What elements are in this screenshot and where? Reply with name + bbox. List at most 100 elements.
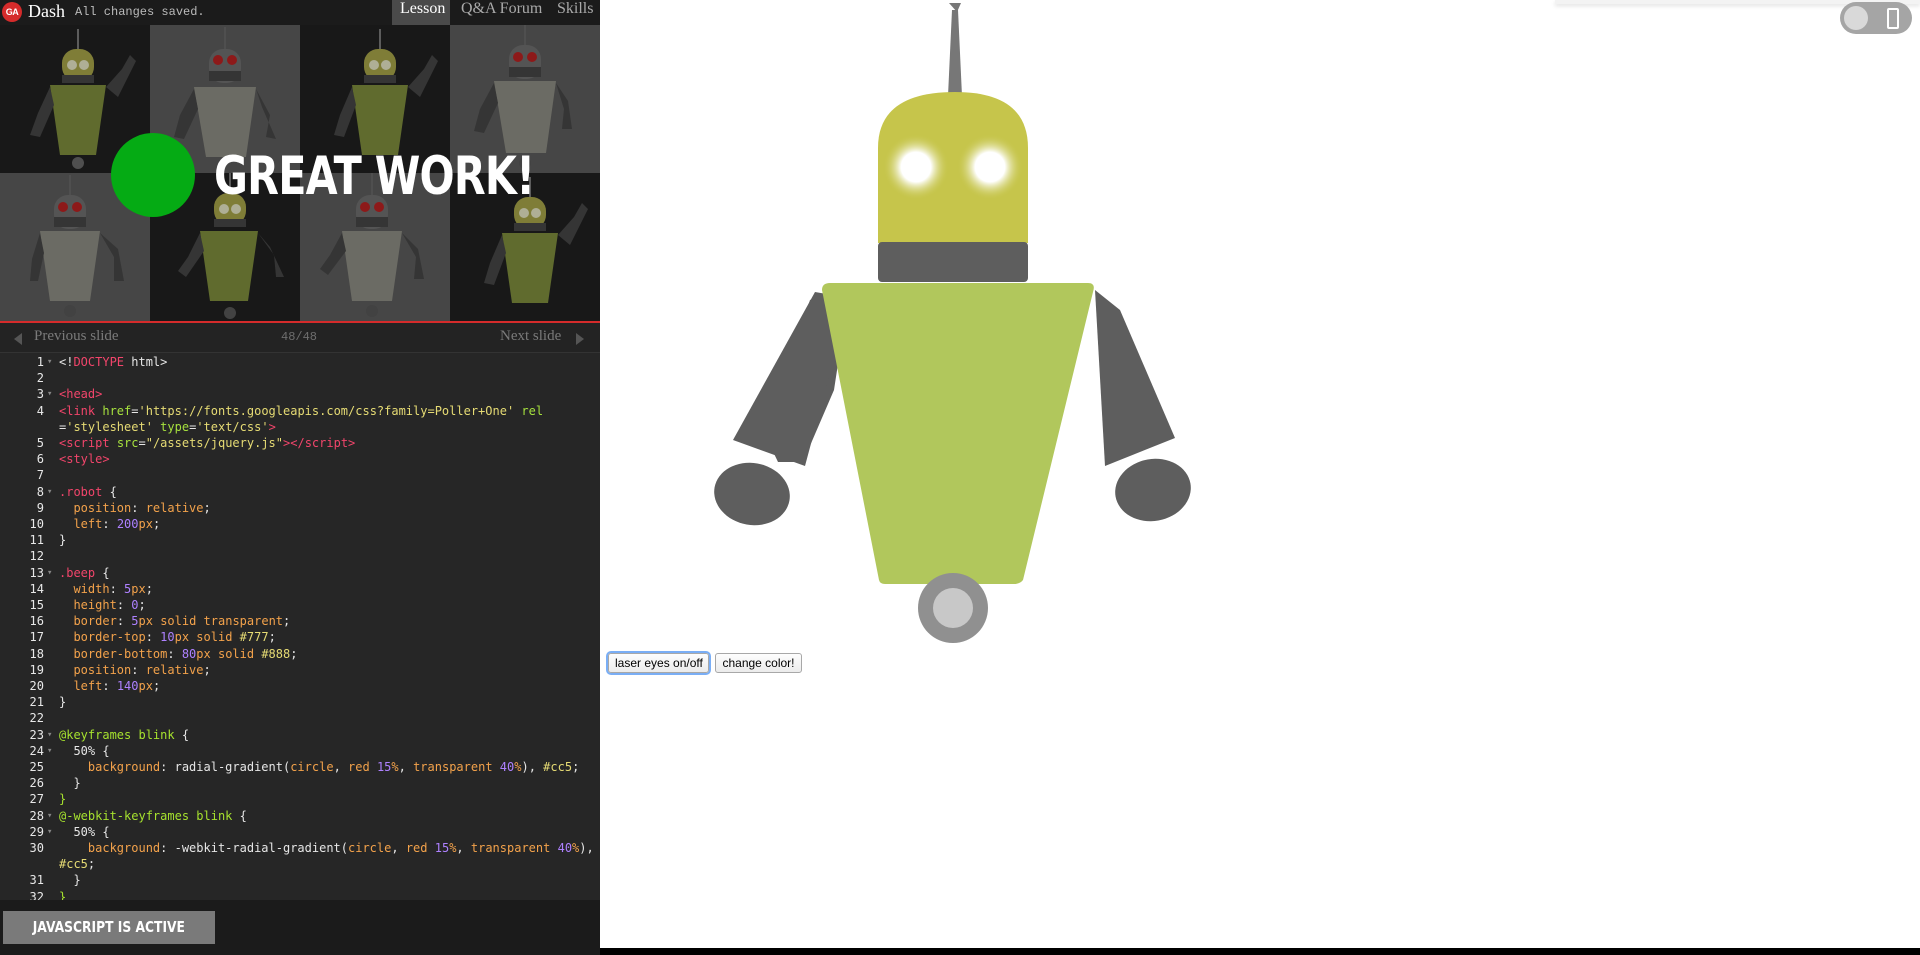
code-text: border-top: 10px solid #777; — [73, 630, 276, 645]
line-number: 27 — [29, 792, 44, 807]
code-line[interactable]: 11} — [0, 532, 600, 548]
line-number: 14 — [29, 581, 44, 596]
laser-eyes-toggle-button[interactable]: laser eyes on/off — [608, 653, 709, 673]
app-name[interactable]: Dash — [28, 1, 65, 22]
fold-arrow-icon[interactable]: ▾ — [47, 354, 52, 370]
code-line[interactable]: 28 ▾ @-webkit-keyframes blink { — [0, 808, 600, 824]
code-line[interactable]: 22 — [0, 710, 600, 726]
code-line[interactable]: 25 background: radial-gradient(circle, r… — [0, 759, 600, 775]
code-text: } — [59, 889, 67, 900]
top-bar: GA Dash All changes saved. Lesson Q&A Fo… — [0, 0, 600, 25]
line-number: 25 — [29, 760, 44, 774]
robot-wheel-hub — [933, 588, 973, 628]
code-line[interactable]: 29 ▾ 50% { — [0, 824, 600, 840]
tab-skills[interactable]: Skills — [549, 0, 601, 25]
javascript-active-label: JAVASCRIPT IS ACTIVE — [32, 918, 186, 936]
line-number: 29 — [29, 824, 44, 839]
code-text: } — [59, 792, 67, 807]
tab-lesson[interactable]: Lesson — [392, 0, 450, 25]
tab-qa-forum[interactable]: Q&A Forum — [453, 0, 550, 25]
robot-antenna — [948, 3, 962, 96]
device-toggle[interactable] — [1840, 2, 1912, 34]
code-line[interactable]: 14 width: 5px; — [0, 581, 600, 597]
chevron-right-icon[interactable] — [576, 333, 584, 345]
line-number: 10 — [29, 517, 44, 531]
code-line[interactable]: 2 — [0, 370, 600, 386]
ga-logo-icon[interactable]: GA — [2, 2, 22, 22]
line-number: 2 — [36, 371, 44, 386]
fold-arrow-icon[interactable]: ▾ — [47, 727, 52, 743]
phone-icon — [1887, 8, 1899, 29]
line-number: 18 — [29, 646, 44, 661]
js-status-bar: JAVASCRIPT IS ACTIVE — [0, 900, 600, 955]
fold-arrow-icon[interactable]: ▾ — [47, 808, 52, 824]
next-slide-link[interactable]: Next slide — [500, 328, 561, 345]
line-number: 24 — [29, 743, 44, 758]
code-text: background: -webkit-radial-gradient(circ… — [87, 841, 594, 855]
fold-arrow-icon[interactable]: ▾ — [47, 386, 52, 402]
code-line[interactable]: 30 background: -webkit-radial-gradient(c… — [0, 840, 600, 856]
fold-arrow-icon[interactable]: ▾ — [47, 743, 52, 759]
line-number: 32 — [29, 889, 44, 900]
javascript-active-badge[interactable]: JAVASCRIPT IS ACTIVE — [3, 911, 215, 944]
code-line[interactable]: 18 border-bottom: 80px solid #888; — [0, 646, 600, 662]
code-text: } — [59, 533, 67, 548]
change-color-button[interactable]: change color! — [715, 653, 802, 673]
code-line[interactable]: 10 left: 200px; — [0, 516, 600, 532]
code-line[interactable]: 19 position: relative; — [0, 662, 600, 678]
code-text: position: relative; — [73, 500, 211, 515]
code-text: border-bottom: 80px solid #888; — [73, 646, 298, 661]
code-editor[interactable]: 1 ▾ <!DOCTYPE html> 2 3 ▾ <head> 4 <link href='h… — [0, 354, 600, 900]
code-line[interactable]: 4 <link href='https://fonts.googleapis.co… — [0, 403, 600, 419]
fold-arrow-icon[interactable]: ▾ — [47, 484, 52, 500]
code-line[interactable]: 16 border: 5px solid transparent; — [0, 613, 600, 629]
line-number: 4 — [36, 403, 44, 418]
code-text: .robot { — [59, 484, 117, 499]
line-number: 30 — [29, 841, 44, 855]
code-text: left: 200px; — [73, 517, 161, 531]
code-line[interactable]: 27} — [0, 791, 600, 807]
previous-slide-link[interactable]: Previous slide — [34, 328, 119, 345]
code-line[interactable]: 9 position: relative; — [0, 500, 600, 516]
fold-arrow-icon[interactable]: ▾ — [47, 565, 52, 581]
code-text: ='stylesheet' type='text/css'> — [59, 419, 276, 434]
lesson-slide: GREAT WORK! — [0, 25, 600, 323]
code-text: } — [59, 695, 67, 710]
code-line[interactable]: 20 left: 140px; — [0, 678, 600, 694]
line-number: 19 — [29, 662, 44, 677]
code-line[interactable]: 31 } — [0, 872, 600, 888]
code-text: <link href='https://fonts.googleapis.com… — [59, 403, 544, 418]
code-line[interactable]: 13 ▾ .beep { — [0, 565, 600, 581]
line-number: 28 — [29, 808, 44, 823]
code-line[interactable]: 8 ▾ .robot { — [0, 484, 600, 500]
code-line[interactable]: 32} — [0, 889, 600, 900]
code-line[interactable]: 24 ▾ 50% { — [0, 743, 600, 759]
code-line[interactable]: 26 } — [0, 775, 600, 791]
code-line[interactable]: 3 ▾ <head> — [0, 386, 600, 402]
fold-arrow-icon[interactable]: ▾ — [47, 824, 52, 840]
code-line[interactable]: 5 <script src="/assets/jquery.js"></scrip… — [0, 435, 600, 451]
code-line[interactable]: #cc5; — [0, 856, 600, 872]
code-line[interactable]: 7 — [0, 467, 600, 483]
chevron-left-icon[interactable] — [14, 333, 22, 345]
code-text: #cc5; — [59, 857, 96, 872]
line-number: 20 — [29, 679, 44, 693]
preview-bottom-border — [600, 948, 1920, 955]
robot-left-eye — [883, 134, 949, 200]
code-line[interactable]: 12 — [0, 548, 600, 564]
code-text: width: 5px; — [73, 581, 153, 596]
code-line[interactable]: 23 ▾ @keyframes blink { — [0, 727, 600, 743]
line-number: 11 — [29, 533, 44, 548]
line-number: 17 — [29, 630, 44, 645]
line-number: 12 — [29, 549, 44, 564]
code-line[interactable]: 1 ▾ <!DOCTYPE html> — [0, 354, 600, 370]
line-number: 5 — [36, 436, 44, 450]
toggle-knob[interactable] — [1844, 6, 1868, 30]
code-text: <script src="/assets/jquery.js"></script… — [59, 436, 356, 450]
code-line[interactable]: ='stylesheet' type='text/css'> — [0, 419, 600, 435]
code-line[interactable]: 6 <style> — [0, 451, 600, 467]
code-line[interactable]: 17 border-top: 10px solid #777; — [0, 629, 600, 645]
lesson-pane: GA Dash All changes saved. Lesson Q&A Fo… — [0, 0, 600, 955]
code-line[interactable]: 21} — [0, 694, 600, 710]
code-line[interactable]: 15 height: 0; — [0, 597, 600, 613]
